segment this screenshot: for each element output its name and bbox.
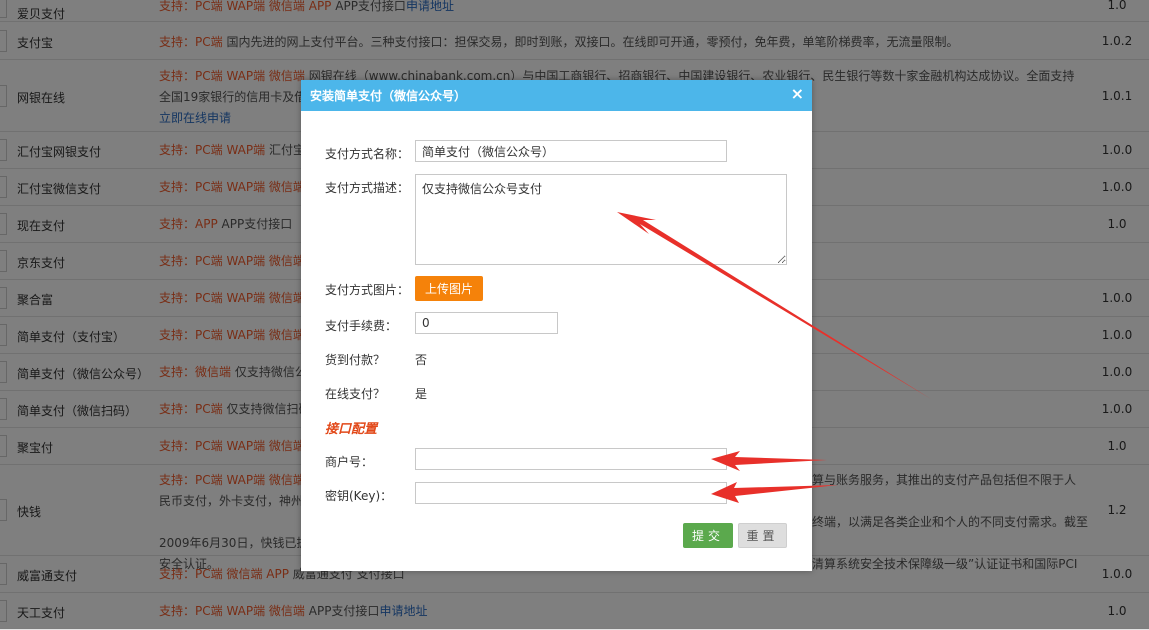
merchant-id-label: 商户号： [325, 455, 374, 469]
install-payment-dialog: 安装简单支付（微信公众号） × 支付方式名称： 支付方式描述： 仅支持微信公众号… [301, 80, 812, 571]
key-label: 密钥(Key)： [325, 489, 393, 503]
submit-button[interactable]: 提交 [683, 523, 733, 548]
payment-desc-textarea[interactable]: 仅支持微信公众号支付 [415, 174, 787, 265]
payment-name-input[interactable] [415, 140, 727, 162]
payment-image-label: 支付方式图片： [325, 283, 410, 297]
close-icon[interactable]: × [791, 84, 804, 103]
key-input[interactable] [415, 482, 727, 504]
fee-label: 支付手续费： [325, 319, 398, 333]
cod-label: 货到付款？ [325, 353, 386, 367]
payment-desc-label: 支付方式描述： [325, 181, 410, 195]
online-pay-value: 是 [415, 387, 428, 401]
payment-name-label: 支付方式名称： [325, 147, 410, 161]
fee-input[interactable] [415, 312, 558, 334]
upload-image-button[interactable]: 上传图片 [415, 276, 483, 301]
interface-config-heading: 接口配置 [325, 422, 378, 437]
cod-value: 否 [415, 353, 428, 367]
merchant-id-input[interactable] [415, 448, 727, 470]
reset-button[interactable]: 重置 [738, 523, 787, 548]
online-pay-label: 在线支付？ [325, 387, 386, 401]
dialog-title: 安装简单支付（微信公众号） [310, 89, 467, 103]
dialog-header: 安装简单支付（微信公众号） × [301, 80, 812, 111]
